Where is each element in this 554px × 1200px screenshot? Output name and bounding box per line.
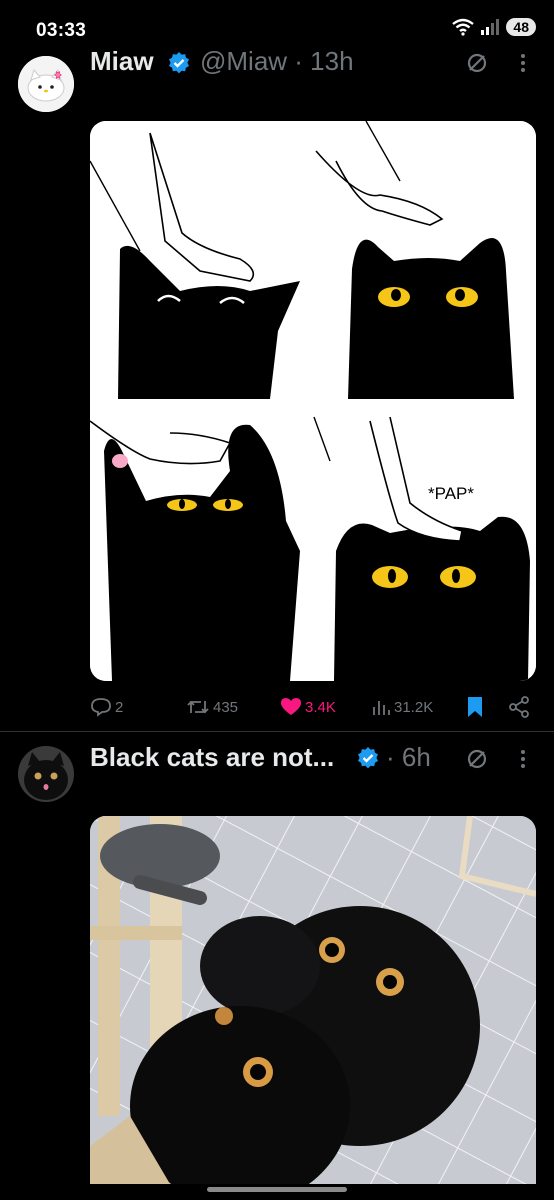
black-cat-avatar-image [18, 746, 74, 802]
verified-badge-icon [169, 52, 189, 74]
like-icon [281, 698, 301, 715]
reply-button[interactable]: 2 [90, 692, 123, 722]
more-icon[interactable] [519, 748, 527, 770]
home-indicator[interactable] [207, 1187, 347, 1192]
repost-count: 435 [213, 698, 239, 716]
verified-badge-icon [358, 747, 378, 769]
black-cats-photo [90, 816, 536, 1184]
comic-sound-effect: *PAP* [428, 484, 474, 503]
avatar[interactable] [18, 746, 74, 802]
grok-icon[interactable] [466, 748, 488, 770]
like-button[interactable]: 3.4K [280, 692, 336, 722]
repost-icon [187, 700, 209, 714]
avatar[interactable] [18, 56, 74, 112]
reply-count: 2 [115, 698, 124, 716]
grok-icon[interactable] [466, 52, 488, 74]
more-icon[interactable] [519, 52, 527, 74]
tweet-actions: 2 435 3.4K 31.2K [90, 692, 536, 722]
views-icon [373, 701, 390, 715]
author-name[interactable]: Black cats are not... [90, 742, 334, 773]
share-icon[interactable] [508, 696, 530, 718]
handle-and-time: · 6h [386, 742, 431, 772]
views-count: 31.2K [394, 698, 434, 716]
tweet-1[interactable]: Miaw @Miaw · 13h *PAP* 2 435 3.4K 31.2K [0, 0, 554, 730]
views-button[interactable]: 31.2K [371, 692, 433, 722]
tweet-image[interactable]: *PAP* [90, 121, 536, 681]
black-cat-comic-image: *PAP* [90, 121, 536, 681]
tweet-image[interactable] [90, 816, 536, 1184]
author-name[interactable]: Miaw [90, 46, 154, 77]
like-count: 3.4K [305, 698, 336, 716]
bookmark-icon[interactable] [466, 696, 484, 718]
kitty-avatar-image [18, 56, 74, 112]
reply-icon [91, 698, 111, 717]
handle-and-time: @Miaw · 13h [200, 46, 354, 76]
tweet-2[interactable]: Black cats are not... · 6h [0, 732, 554, 1200]
repost-button[interactable]: 435 [186, 692, 238, 722]
